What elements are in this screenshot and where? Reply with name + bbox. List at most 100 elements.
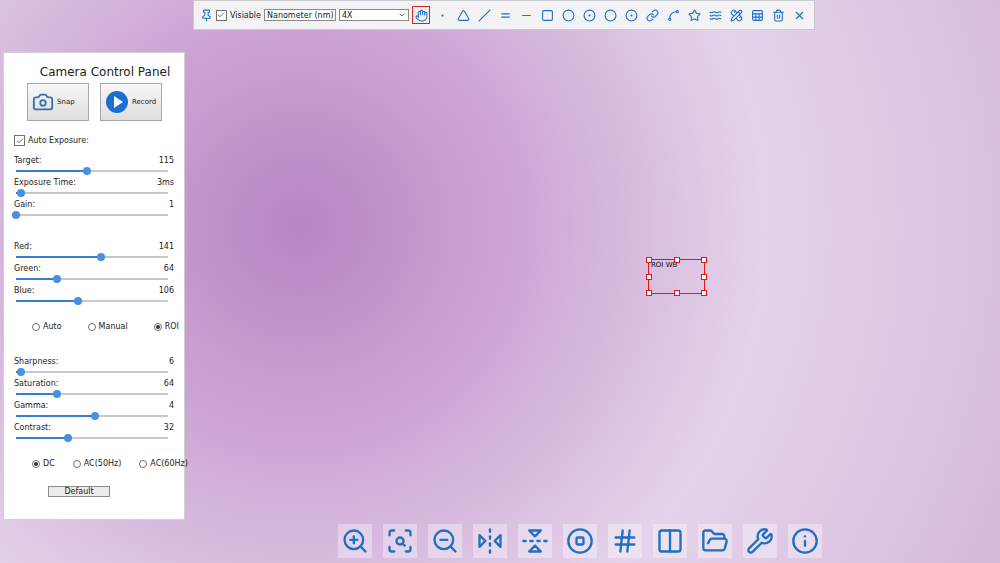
slider-row: Red:141 xyxy=(14,242,174,263)
tool-button[interactable] xyxy=(433,6,451,24)
slider-knob[interactable] xyxy=(12,211,20,219)
slider-knob[interactable] xyxy=(74,297,82,305)
tool-button[interactable] xyxy=(601,6,619,24)
slider-knob[interactable] xyxy=(97,253,105,261)
tool-button[interactable] xyxy=(538,6,556,24)
bottom-tool-button[interactable] xyxy=(428,524,462,558)
slider-track[interactable] xyxy=(16,393,168,395)
slider-label: Blue: xyxy=(14,286,34,296)
bottom-tool-button[interactable] xyxy=(608,524,642,558)
circle-icon xyxy=(562,9,575,22)
tool-button[interactable] xyxy=(685,6,703,24)
roi-handle[interactable] xyxy=(674,290,680,296)
bottom-tool-button[interactable] xyxy=(383,524,417,558)
roi-handle[interactable] xyxy=(646,274,652,280)
checkbox[interactable] xyxy=(216,10,227,21)
slider-label: Sharpness: xyxy=(14,357,58,367)
radio-dot[interactable] xyxy=(88,323,96,331)
slider-knob[interactable] xyxy=(64,434,72,442)
slider-knob[interactable] xyxy=(91,412,99,420)
roi-handle[interactable] xyxy=(646,290,652,296)
slider-knob[interactable] xyxy=(17,189,25,197)
slider-value: 1 xyxy=(169,200,174,210)
tool-button[interactable] xyxy=(559,6,577,24)
radio-label: ROI xyxy=(165,322,179,331)
trash-icon xyxy=(772,9,785,22)
tool-button[interactable] xyxy=(475,6,493,24)
default-button[interactable]: Default xyxy=(48,486,110,497)
tool-button[interactable] xyxy=(412,6,430,24)
slider-row: Target:115 xyxy=(14,156,174,177)
slider-knob[interactable] xyxy=(83,167,91,175)
radio-option[interactable]: Auto xyxy=(32,322,62,331)
roi-handle[interactable] xyxy=(646,257,652,263)
dot-icon xyxy=(436,9,449,22)
radio-dot[interactable] xyxy=(32,323,40,331)
radio-option[interactable]: ROI xyxy=(154,322,179,331)
slider-fill xyxy=(16,300,78,302)
bottom-tool-button[interactable] xyxy=(743,524,777,558)
radio-option[interactable]: AC(60Hz) xyxy=(139,459,188,468)
unit-select[interactable]: Nanometer (nm) xyxy=(264,9,336,21)
radio-dot[interactable] xyxy=(32,460,40,468)
tool-button[interactable] xyxy=(769,6,787,24)
close-icon xyxy=(793,9,806,22)
roi-handle[interactable] xyxy=(701,257,707,263)
roi-rectangle[interactable]: ROI WB xyxy=(648,259,705,294)
slider-knob[interactable] xyxy=(53,275,61,283)
radio-dot[interactable] xyxy=(139,460,147,468)
bottom-tool-button[interactable] xyxy=(698,524,732,558)
tool-button[interactable] xyxy=(727,6,745,24)
slider-track[interactable] xyxy=(16,192,168,194)
bottom-tool-button[interactable] xyxy=(563,524,597,558)
radio-option[interactable]: Manual xyxy=(88,322,128,331)
tool-button[interactable] xyxy=(580,6,598,24)
visible-checkbox[interactable]: Visiable xyxy=(216,10,261,21)
slider-track[interactable] xyxy=(16,170,168,172)
radio-option[interactable]: AC(50Hz) xyxy=(73,459,122,468)
radio-dot[interactable] xyxy=(73,460,81,468)
flip-vertical-icon xyxy=(521,527,549,555)
slider-track[interactable] xyxy=(16,214,168,216)
checkbox[interactable] xyxy=(14,135,25,146)
slider-knob[interactable] xyxy=(17,368,25,376)
slider-label: Gain: xyxy=(14,200,35,210)
pin-icon[interactable] xyxy=(200,9,213,22)
slider-track[interactable] xyxy=(16,300,168,302)
auto-exposure-checkbox[interactable]: Auto Exposure: xyxy=(14,135,174,146)
tool-button[interactable] xyxy=(517,6,535,24)
angle-icon xyxy=(457,9,470,22)
slider-track[interactable] xyxy=(16,371,168,373)
snap-button[interactable]: Snap xyxy=(27,83,89,121)
tool-button[interactable] xyxy=(622,6,640,24)
bottom-tool-button[interactable] xyxy=(338,524,372,558)
slider-track[interactable] xyxy=(16,437,168,439)
slider-track[interactable] xyxy=(16,256,168,258)
record-button[interactable]: Record xyxy=(100,83,162,121)
radio-option[interactable]: DC xyxy=(32,459,55,468)
horizontal-line-icon xyxy=(520,9,533,22)
slider-track[interactable] xyxy=(16,278,168,280)
tool-button[interactable] xyxy=(790,6,808,24)
slider-head: Exposure Time:3ms xyxy=(14,178,174,188)
bottom-tool-button[interactable] xyxy=(473,524,507,558)
tool-button[interactable] xyxy=(454,6,472,24)
magnification-select[interactable]: 4X xyxy=(339,9,409,21)
bottom-tool-button[interactable] xyxy=(788,524,822,558)
tool-button[interactable] xyxy=(706,6,724,24)
slider-knob[interactable] xyxy=(53,390,61,398)
roi-handle[interactable] xyxy=(674,257,680,263)
camera-control-panel: Camera Control PanelSnapRecordAuto Expos… xyxy=(3,52,185,520)
bottom-tool-button[interactable] xyxy=(653,524,687,558)
tool-button[interactable] xyxy=(496,6,514,24)
tool-button[interactable] xyxy=(643,6,661,24)
bottom-tool-button[interactable] xyxy=(518,524,552,558)
radio-dot[interactable] xyxy=(154,323,162,331)
roi-handle[interactable] xyxy=(701,274,707,280)
slider-track[interactable] xyxy=(16,415,168,417)
slider-row: Blue:106 xyxy=(14,286,174,307)
tool-button[interactable] xyxy=(664,6,682,24)
slider-head: Green:64 xyxy=(14,264,174,274)
tool-button[interactable] xyxy=(748,6,766,24)
roi-handle[interactable] xyxy=(701,290,707,296)
